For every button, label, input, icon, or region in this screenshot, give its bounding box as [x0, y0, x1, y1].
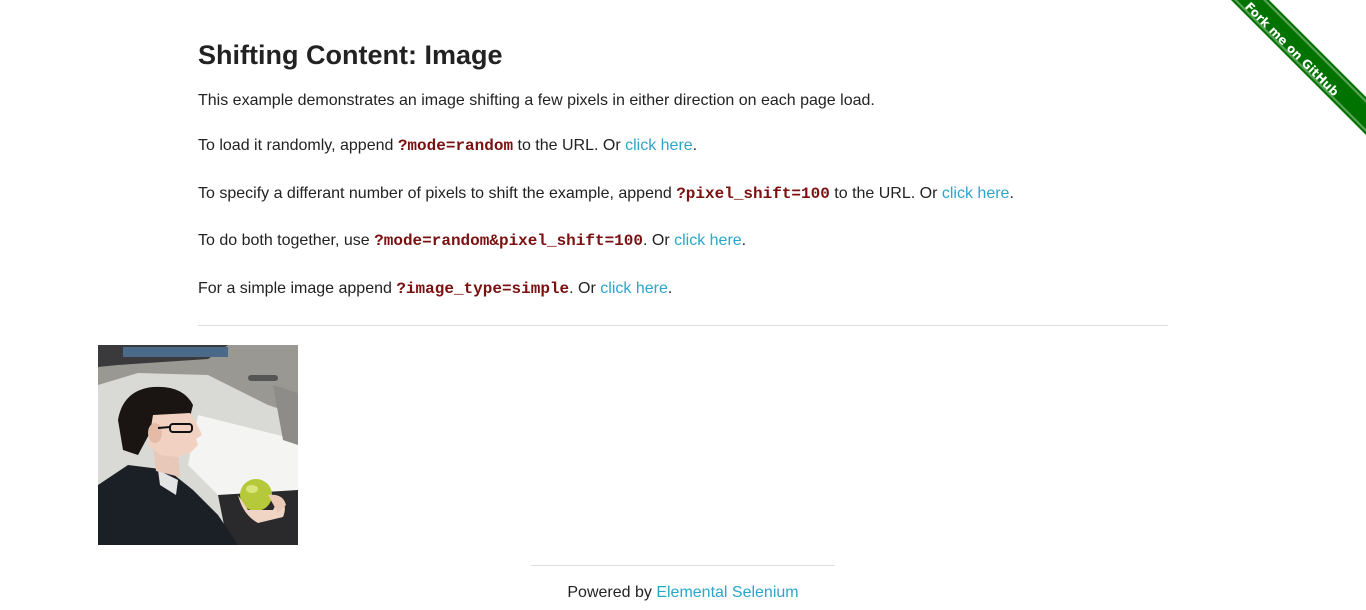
ribbon-text[interactable]: Fork me on GitHub	[1242, 0, 1342, 99]
code-snippet: ?image_type=simple	[396, 280, 570, 298]
pixel-shift-link[interactable]: click here	[942, 185, 1010, 202]
combined-link[interactable]: click here	[674, 232, 742, 249]
pixel-shift-instruction: To specify a differant number of pixels …	[198, 183, 1014, 205]
instruction-text: To load it randomly, append	[198, 137, 398, 154]
random-mode-link[interactable]: click here	[625, 137, 693, 154]
combined-instruction: To do both together, use ?mode=random&pi…	[198, 230, 746, 252]
instruction-text: For a simple image append	[198, 280, 397, 297]
instruction-text: To specify a differant number of pixels …	[198, 185, 677, 202]
instruction-text: . Or	[569, 280, 601, 297]
instruction-text: .	[667, 280, 673, 297]
code-snippet: ?mode=random	[397, 137, 514, 155]
instruction-text: .	[1009, 185, 1014, 202]
footer-divider	[531, 565, 835, 566]
instruction-text: . Or	[642, 232, 675, 249]
ribbon-graphic[interactable]: Fork me on GitHub	[1217, 0, 1366, 149]
instruction-text: to the URL. Or	[513, 137, 626, 154]
instruction-text: To do both together, use	[198, 232, 375, 249]
code-snippet: ?pixel_shift=100	[676, 185, 830, 203]
page-title: Shifting Content: Image	[198, 40, 503, 70]
content-divider	[198, 325, 1168, 326]
shifting-image	[98, 345, 298, 545]
intro-text: This example demonstrates an image shift…	[198, 92, 875, 109]
github-ribbon[interactable]: Fork me on GitHub	[1217, 0, 1366, 149]
random-mode-instruction: To load it randomly, append ?mode=random…	[198, 135, 697, 157]
simple-image-link[interactable]: click here	[600, 280, 668, 297]
instruction-text: to the URL. Or	[829, 185, 942, 202]
footer-text: Powered by	[567, 584, 657, 601]
page: Shifting Content: Image This example dem…	[0, 0, 1366, 610]
person-eating-apple-photo	[98, 345, 298, 545]
instruction-text: .	[692, 137, 698, 154]
elemental-selenium-link[interactable]: Elemental Selenium	[656, 584, 798, 601]
instruction-text: .	[741, 232, 747, 249]
simple-image-instruction: For a simple image append ?image_type=si…	[198, 278, 672, 300]
code-snippet: ?mode=random&pixel_shift=100	[374, 232, 643, 250]
footer: Powered by Elemental Selenium	[0, 582, 1366, 604]
